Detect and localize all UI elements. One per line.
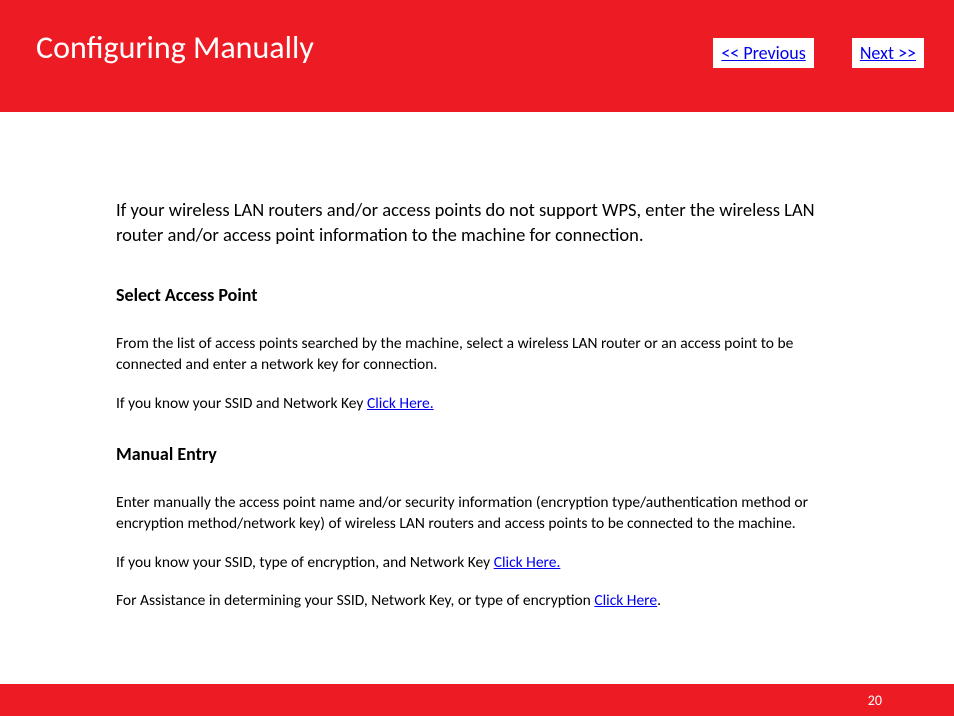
section2-para2-prefix: If you know your SSID, type of encryptio… xyxy=(116,553,494,572)
header-bar: Configuring Manually << Previous Next >> xyxy=(0,0,954,112)
section2-para3-suffix: . xyxy=(657,591,661,610)
content-area: If your wireless LAN routers and/or acce… xyxy=(0,112,954,612)
footer-bar: 20 xyxy=(0,684,954,716)
section1-para2-prefix: If you know your SSID and Network Key xyxy=(116,394,367,413)
previous-button[interactable]: << Previous xyxy=(713,38,813,68)
section1-para1: From the list of access points searched … xyxy=(116,334,838,376)
section-heading-select-access-point: Select Access Point xyxy=(116,284,838,306)
page-title: Configuring Manually xyxy=(36,28,314,67)
section2-para3-prefix: For Assistance in determining your SSID,… xyxy=(116,591,594,610)
intro-text: If your wireless LAN routers and/or acce… xyxy=(116,198,838,248)
ssid-networkkey-link[interactable]: Click Here. xyxy=(367,394,434,413)
section2-para2: If you know your SSID, type of encryptio… xyxy=(116,553,838,574)
page-number: 20 xyxy=(868,692,882,709)
assistance-link[interactable]: Click Here xyxy=(594,591,657,610)
nav-buttons: << Previous Next >> xyxy=(713,38,924,68)
ssid-encryption-networkkey-link[interactable]: Click Here. xyxy=(494,553,561,572)
next-button[interactable]: Next >> xyxy=(852,38,924,68)
section2-para3: For Assistance in determining your SSID,… xyxy=(116,591,838,612)
section2-para1: Enter manually the access point name and… xyxy=(116,493,838,535)
section-heading-manual-entry: Manual Entry xyxy=(116,443,838,465)
section1-para2: If you know your SSID and Network Key Cl… xyxy=(116,394,838,415)
